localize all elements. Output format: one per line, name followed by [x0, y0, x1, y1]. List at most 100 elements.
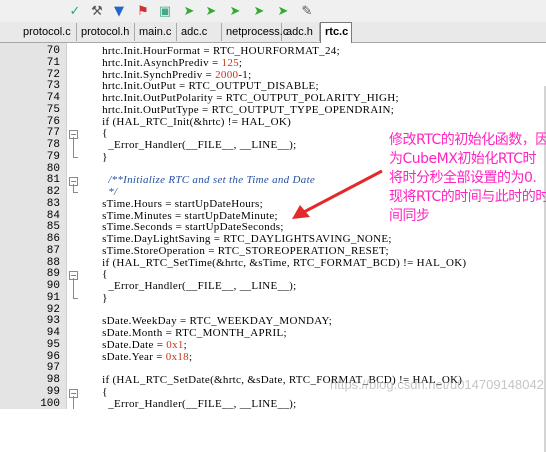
line-number: 79	[46, 150, 60, 163]
code-line[interactable]: _Error_Handler(__FILE__, __LINE__);	[96, 280, 296, 292]
numeric-literal: 0x1	[166, 338, 184, 351]
tab-protocol-h[interactable]: protocol.h	[77, 23, 135, 41]
watermark: https://blog.csdn.net/u014709148042	[330, 377, 544, 392]
fold-guide	[73, 289, 74, 298]
line-number: 87	[46, 244, 60, 257]
tool-icon[interactable]: ⚒	[88, 2, 106, 20]
line-number: 71	[46, 56, 60, 69]
nav-icon[interactable]: ➤	[180, 2, 198, 20]
tab-protocol-c[interactable]: protocol.c	[19, 23, 77, 41]
nav-icon[interactable]: ➤	[226, 2, 244, 20]
fold-guide-end	[73, 156, 78, 158]
fold-guide	[73, 184, 74, 193]
line-number: 94	[46, 327, 60, 339]
line-number: 88	[46, 256, 60, 269]
line-number: 80	[46, 162, 60, 175]
code-line[interactable]: }	[96, 151, 108, 163]
annotation-text: 修改RTC的初始化函数，因为CubeMX初始化RTC时将时分秒全部设置的为0.现…	[389, 132, 546, 224]
code-text: -1;	[238, 68, 252, 81]
numeric-literal: 125	[221, 56, 239, 69]
code-line[interactable]: _Error_Handler(__FILE__, __LINE__);	[96, 398, 296, 410]
code-line[interactable]: hrtc.Init.OutPutType = RTC_OUTPUT_TYPE_O…	[96, 104, 394, 116]
tab-main-c[interactable]: main.c	[135, 23, 177, 41]
numeric-literal: 2000	[215, 68, 239, 81]
code-line[interactable]: sDate.WeekDay = RTC_WEEKDAY_MONDAY;	[96, 315, 332, 327]
code-line[interactable]: hrtc.Init.OutPut = RTC_OUTPUT_DISABLE;	[96, 80, 319, 92]
code-line[interactable]: hrtc.Init.SynchPrediv = 2000-1;	[96, 69, 251, 81]
code-text: hrtc.Init.AsynchPrediv =	[96, 56, 222, 69]
line-number: 92	[46, 303, 60, 316]
code-line[interactable]: _Error_Handler(__FILE__, __LINE__);	[96, 139, 296, 151]
code-line[interactable]: sDate.Month = RTC_MONTH_APRIL;	[96, 327, 287, 339]
line-number: 74	[46, 92, 60, 104]
code-line[interactable]: }	[96, 292, 108, 304]
code-line[interactable]: {	[96, 127, 108, 139]
line-number: 89	[46, 268, 60, 281]
line-number: 73	[46, 80, 60, 93]
code-text: sDate.Year =	[96, 350, 166, 363]
debug-icon[interactable]: ⚑	[134, 2, 152, 20]
line-number: 96	[46, 350, 60, 363]
line-number: 91	[46, 291, 60, 304]
line-number: 76	[46, 115, 60, 128]
nav-icon[interactable]: ➤	[250, 2, 268, 20]
line-number: 72	[46, 68, 60, 81]
nav-icon[interactable]: ➤	[274, 2, 292, 20]
code-text: ;	[183, 338, 188, 351]
code-line[interactable]: sDate.Date = 0x1;	[96, 339, 187, 351]
code-text: ;	[238, 56, 243, 69]
tab-rtc-c[interactable]: rtc.c	[320, 22, 352, 43]
tab-netprocess-c[interactable]: netprocess.c	[222, 23, 288, 41]
fold-margin	[66, 43, 81, 409]
code-text: sDate.Date =	[96, 338, 167, 351]
numeric-literal: 0x18	[165, 350, 189, 363]
line-number: 99	[46, 385, 60, 398]
code-line[interactable]: if (HAL_RTC_Init(&hrtc) != HAL_OK)	[96, 116, 291, 128]
funnel-icon[interactable]: ▼	[110, 2, 128, 20]
code-line[interactable]: sDate.Year = 0x18;	[96, 351, 192, 363]
line-number: 81	[46, 174, 60, 187]
code-line[interactable]: /**Initialize RTC and set the Time and D…	[96, 174, 315, 186]
line-number: 98	[46, 374, 60, 386]
fold-guide-end	[73, 297, 78, 299]
code-editor[interactable]: 70 hrtc.Init.HourFormat = RTC_HOURFORMAT…	[0, 43, 546, 452]
wrench-icon[interactable]: ✎	[298, 2, 316, 20]
code-line[interactable]: sTime.Minutes = startUpDateMinute;	[96, 210, 278, 222]
line-number: 78	[46, 139, 60, 151]
code-line[interactable]: hrtc.Init.AsynchPrediv = 125;	[96, 57, 242, 69]
code-line[interactable]: sTime.StoreOperation = RTC_STOREOPERATIO…	[96, 245, 389, 257]
window-icon[interactable]: ▣	[156, 2, 174, 20]
code-line[interactable]: {	[96, 386, 108, 398]
code-line[interactable]: if (HAL_RTC_SetTime(&hrtc, &sTime, RTC_F…	[96, 257, 466, 269]
line-number: 93	[46, 315, 60, 328]
fold-guide	[73, 148, 74, 157]
tab-bar: protocol.c protocol.h main.c adc.c netproces…	[0, 22, 546, 43]
line-number: 77	[46, 127, 60, 140]
code-line[interactable]: sTime.Hours = startUpDateHours;	[96, 198, 263, 210]
code-line[interactable]: {	[96, 268, 108, 280]
code-line[interactable]: sTime.DayLightSaving = RTC_DAYLIGHTSAVIN…	[96, 233, 392, 245]
line-number: 84	[46, 209, 60, 222]
fold-guide-end	[73, 192, 78, 194]
code-line[interactable]: sTime.Seconds = startUpDateSeconds;	[96, 221, 284, 233]
code-line[interactable]: */	[96, 186, 117, 198]
annotation-arrow-icon	[292, 169, 383, 219]
toolbar: ✓ ⚒ ▼ ⚑ ▣ ➤ ➤ ➤ ➤ ➤ ✎	[0, 0, 546, 23]
check-icon[interactable]: ✓	[66, 2, 84, 20]
line-number: 97	[46, 362, 60, 375]
tab-adc-c[interactable]: adc.c	[177, 23, 222, 41]
line-number: 86	[46, 233, 60, 245]
code-line[interactable]: hrtc.Init.OutPutPolarity = RTC_OUTPUT_PO…	[96, 92, 399, 104]
line-number: 90	[46, 280, 60, 292]
fold-guide	[73, 395, 74, 410]
line-number: 70	[46, 45, 60, 57]
nav-icon[interactable]: ➤	[202, 2, 220, 20]
line-number: 85	[46, 221, 60, 234]
line-number: 75	[46, 103, 60, 116]
line-number: 83	[46, 197, 60, 210]
code-text: hrtc.Init.SynchPrediv =	[96, 68, 216, 81]
code-line[interactable]: hrtc.Init.HourFormat = RTC_HOURFORMAT_24…	[96, 45, 340, 57]
line-number: 100	[40, 397, 60, 410]
tab-adc-h[interactable]: adc.h	[282, 23, 320, 41]
code-text: ;	[188, 350, 193, 363]
